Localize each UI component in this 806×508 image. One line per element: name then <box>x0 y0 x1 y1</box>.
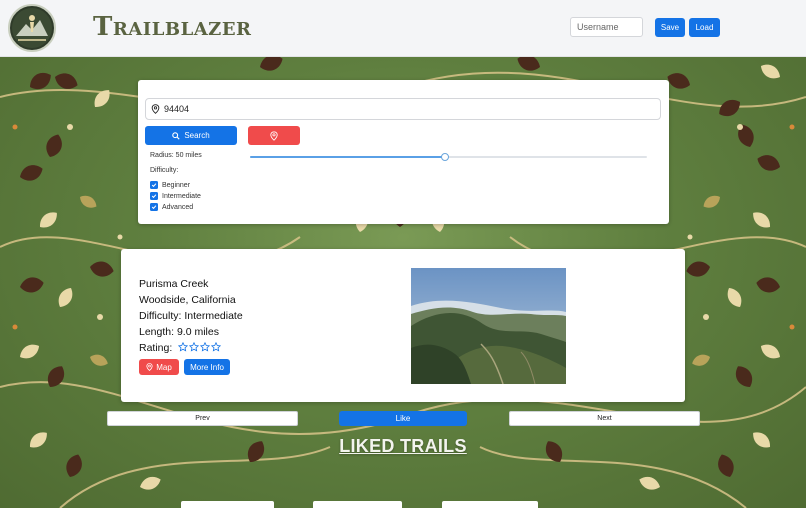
search-button[interactable]: Search <box>145 126 237 145</box>
map-pin-icon <box>146 363 153 371</box>
difficulty-label: Difficulty: <box>150 167 179 174</box>
difficulty-option-advanced[interactable]: Advanced <box>150 203 193 211</box>
star-outline-icon <box>178 342 189 352</box>
liked-trail-card[interactable] <box>181 501 274 508</box>
checkmark-icon <box>151 205 157 210</box>
checkbox-beginner[interactable] <box>150 181 158 189</box>
trail-location: Woodside, California <box>139 294 236 306</box>
slider-thumb[interactable] <box>440 153 449 161</box>
star-outline-icon <box>211 342 222 352</box>
use-location-button[interactable] <box>248 126 300 145</box>
search-panel: Search Radius: 50 miles Difficulty: Begi… <box>138 80 669 224</box>
map-button[interactable]: Map <box>139 359 179 375</box>
like-button[interactable]: Like <box>339 411 467 426</box>
more-info-button[interactable]: More Info <box>184 359 230 375</box>
star-outline-icon <box>200 342 211 352</box>
liked-trails-heading: LIKED TRAILS <box>339 436 467 456</box>
checkbox-advanced[interactable] <box>150 203 158 211</box>
star-outline-icon <box>189 342 200 352</box>
checkbox-intermediate[interactable] <box>150 192 158 200</box>
username-input[interactable] <box>570 17 643 37</box>
checkbox-label: Beginner <box>162 181 191 189</box>
trail-card: Purisma Creek Woodside, California Diffi… <box>121 249 685 402</box>
app-header: Trailblazer Save Load <box>0 0 806 57</box>
trail-photo <box>411 268 566 384</box>
trail-length: Length: 9.0 miles <box>139 326 219 338</box>
map-button-label: Map <box>156 362 172 372</box>
prev-button[interactable]: Prev <box>107 411 298 426</box>
liked-trail-card[interactable] <box>442 501 538 508</box>
trail-rating: Rating: <box>139 342 222 354</box>
difficulty-option-beginner[interactable]: Beginner <box>150 181 190 189</box>
rating-label: Rating: <box>139 342 173 354</box>
radius-label: Radius: 50 miles <box>150 152 202 159</box>
save-button[interactable]: Save <box>655 18 685 37</box>
zip-input[interactable] <box>164 104 644 114</box>
radius-slider[interactable] <box>250 153 647 161</box>
checkmark-icon <box>151 194 157 199</box>
map-pin-icon <box>151 104 160 114</box>
checkmark-icon <box>151 183 157 188</box>
trail-difficulty: Difficulty: Intermediate <box>139 310 243 322</box>
load-button[interactable]: Load <box>689 18 720 37</box>
trail-landscape-image <box>411 268 566 384</box>
app-title: Trailblazer <box>93 12 252 42</box>
checkbox-label: Advanced <box>162 203 194 211</box>
slider-fill <box>250 156 445 158</box>
location-field[interactable] <box>145 98 661 120</box>
trail-name: Purisma Creek <box>139 278 209 290</box>
search-icon <box>172 131 180 140</box>
difficulty-option-intermediate[interactable]: Intermediate <box>150 192 201 200</box>
checkbox-label: Intermediate <box>162 192 201 200</box>
map-pin-icon <box>270 130 278 141</box>
liked-trail-card[interactable] <box>313 501 402 508</box>
logo-graphic <box>12 8 52 48</box>
rating-stars <box>178 342 222 352</box>
hiker-badge-icon[interactable] <box>8 4 56 52</box>
next-button[interactable]: Next <box>509 411 700 426</box>
search-button-label: Search <box>184 131 210 140</box>
